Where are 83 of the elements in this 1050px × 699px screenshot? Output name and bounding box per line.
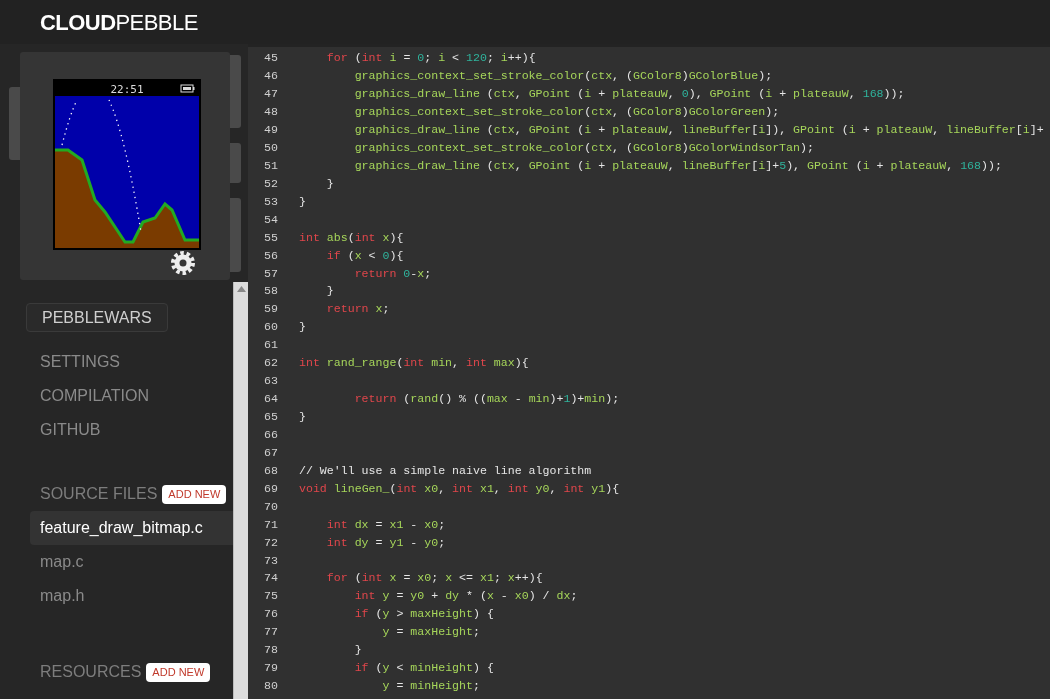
code-line: return x;: [325, 301, 390, 318]
line-number: 46: [263, 68, 279, 85]
line-number: 80: [263, 678, 279, 695]
line-number: 73: [263, 552, 279, 569]
line-number: 62: [263, 355, 279, 372]
add-new-button[interactable]: ADD NEW: [146, 662, 211, 682]
line-number: 76: [263, 606, 279, 623]
line-number: 74: [263, 570, 279, 587]
line-number: 50: [263, 139, 279, 156]
scroll-up-icon[interactable]: [236, 286, 246, 292]
line-number: 67: [263, 444, 279, 461]
code-line: }: [325, 283, 334, 300]
code-line: }: [353, 642, 362, 659]
line-number: 61: [263, 337, 279, 354]
section-heading: SOURCE FILES: [40, 484, 158, 504]
code-line: y = maxHeight;: [381, 624, 480, 641]
line-number: 52: [263, 175, 279, 192]
code-line: graphics_context_set_stroke_color(ctx, (GColor8)GColorWindsorTan);: [353, 139, 814, 156]
project-button[interactable]: PEBBLEWARS: [26, 303, 168, 332]
code-line: if (x < 0){: [325, 247, 404, 264]
nav-link[interactable]: GITHUB: [40, 413, 101, 447]
section-heading: RESOURCES: [40, 662, 142, 682]
code-line: return 0-x;: [353, 265, 432, 282]
file-item[interactable]: map.c: [30, 545, 233, 579]
code-line: }: [299, 193, 306, 210]
code-line: if (y > maxHeight) {: [353, 606, 494, 623]
code-line: y = minHeight;: [381, 678, 480, 695]
line-number: 70: [263, 498, 279, 515]
code-line: graphics_draw_line (ctx, GPoint (i + plateauW, lineBuffer[i]+5), GPoint (i + plateauW, 168));: [353, 157, 1002, 174]
add-new-button[interactable]: ADD NEW: [162, 484, 227, 504]
watch-time: 22:51: [110, 83, 144, 96]
line-number: 75: [263, 588, 279, 605]
settings-icon[interactable]: [171, 251, 195, 275]
line-number: 68: [263, 462, 279, 479]
line-number: 58: [263, 283, 279, 300]
code-line: for (int i = 0; i < 120; i++){: [325, 50, 536, 67]
nav-link[interactable]: COMPILATION: [40, 379, 150, 413]
code-line: int rand_range(int min, int max){: [299, 355, 529, 372]
line-number: 71: [263, 516, 279, 533]
app-logo[interactable]: CLOUDPEBBLE: [40, 5, 198, 39]
code-line: return (rand() % ((max - min)+1)+min);: [353, 391, 620, 408]
line-number: 51: [263, 157, 279, 174]
code-line: int y = y0 + dy * (x - x0) / dx;: [353, 588, 578, 605]
line-number: 64: [263, 391, 279, 408]
code-line: for (int x = x0; x <= x1; x++){: [325, 570, 543, 587]
file-item[interactable]: map.h: [30, 579, 233, 613]
code-line: graphics_context_set_stroke_color(ctx, (GColor8)GColorGreen);: [353, 104, 780, 121]
line-number: 63: [263, 373, 279, 390]
line-number: 57: [263, 265, 279, 282]
line-number: 69: [263, 480, 279, 497]
code-line: }: [299, 409, 306, 425]
code-line: graphics_context_set_stroke_color(ctx, (GColor8)GColorBlue);: [353, 68, 773, 85]
code-line: void lineGen_(int x0, int x1, int y0, int y1){: [299, 480, 620, 497]
line-number: 78: [263, 642, 279, 659]
line-number: 65: [263, 409, 279, 425]
line-number: 77: [263, 624, 279, 641]
battery-icon: [180, 84, 195, 93]
code-line: }: [325, 175, 334, 192]
line-number: 60: [263, 319, 279, 336]
line-number: 45: [263, 50, 279, 67]
line-number: 47: [263, 86, 279, 103]
file-item[interactable]: feature_draw_bitmap.c: [30, 511, 233, 545]
line-number: 79: [263, 660, 279, 677]
code-line: if (y < minHeight) {: [353, 660, 494, 677]
code-line: int abs(int x){: [299, 229, 404, 246]
sidebar-scrollbar[interactable]: [233, 282, 248, 699]
code-line: graphics_draw_line (ctx, GPoint (i + plateauW, 0), GPoint (i + plateauW, 168));: [353, 86, 905, 103]
line-number: 49: [263, 122, 279, 138]
nav-link[interactable]: SETTINGS: [40, 345, 120, 379]
code-line: graphics_draw_line (ctx, GPoint (i + plateauW, lineBuffer[i]), GPoint (i + plateauW, lineBuffer[i]+: [353, 122, 1044, 138]
code-line: }: [299, 319, 306, 336]
line-number: 56: [263, 247, 279, 264]
code-editor[interactable]: [248, 44, 1050, 699]
code-line: int dy = y1 - y0;: [325, 534, 446, 551]
code-line: int dx = x1 - x0;: [325, 516, 446, 533]
line-number: 72: [263, 534, 279, 551]
line-number: 48: [263, 104, 279, 121]
line-number: 59: [263, 301, 279, 318]
line-number: 66: [263, 426, 279, 443]
line-number: 54: [263, 211, 279, 228]
line-number: 53: [263, 193, 279, 210]
code-line: // We'll use a simple naive line algorithm: [299, 462, 592, 479]
line-number: 55: [263, 229, 279, 246]
